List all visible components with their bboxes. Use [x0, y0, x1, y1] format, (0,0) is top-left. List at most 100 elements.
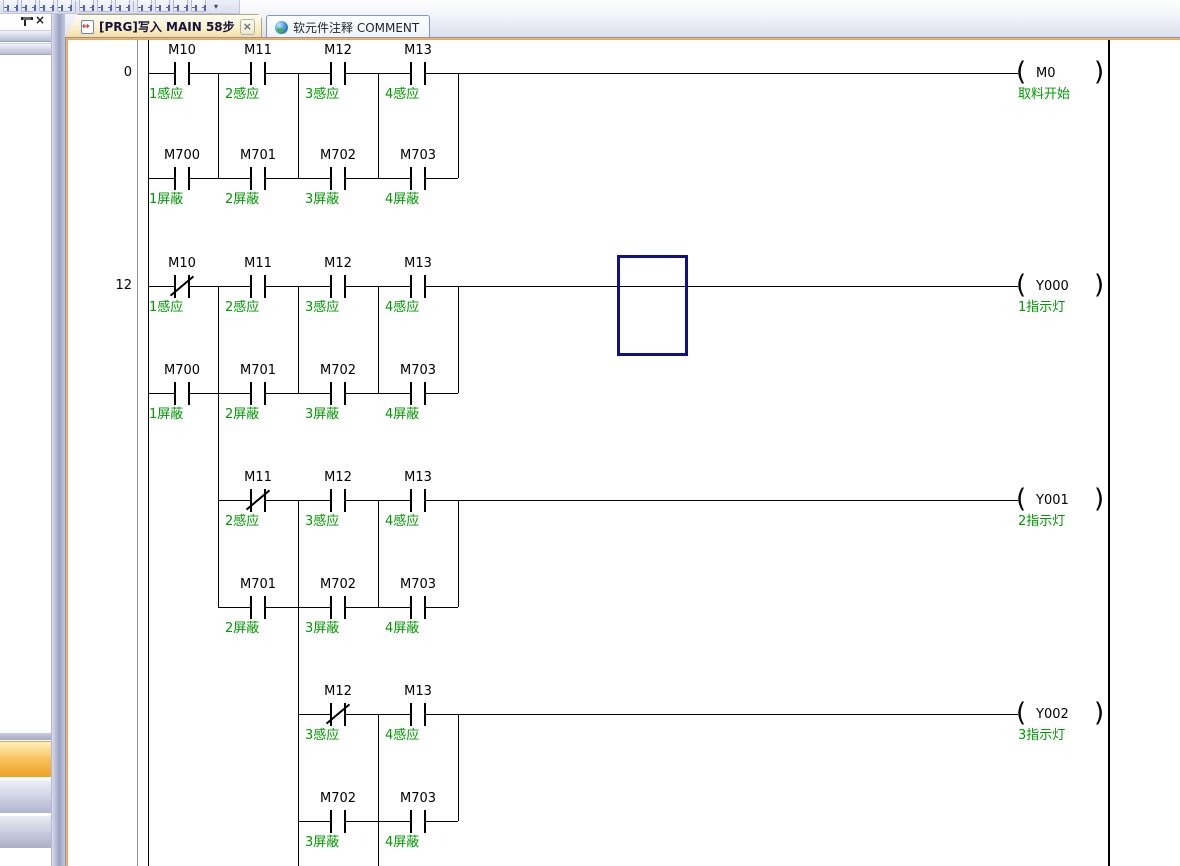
contact-bar [250, 382, 252, 405]
contact-gap [331, 821, 345, 822]
contact-no[interactable]: M703 4屏蔽 [378, 579, 458, 637]
contact-bar [424, 382, 426, 405]
horizontal-line-icon[interactable] [97, 0, 112, 12]
contact-no[interactable]: M702 3屏蔽 [298, 793, 378, 851]
device-comment: 2感应 [225, 510, 259, 526]
contact-no[interactable]: M703 4屏蔽 [378, 150, 458, 208]
contact-gap [331, 393, 345, 394]
contact-gap [411, 286, 425, 287]
contact-bar [330, 703, 332, 726]
tab-device-comment[interactable]: 软元件注释 COMMENT [266, 15, 430, 39]
contact-no[interactable]: M701 2屏蔽 [218, 579, 298, 637]
delete-row-icon[interactable] [191, 0, 206, 12]
contact-no[interactable]: M703 4屏蔽 [378, 793, 458, 851]
contact-gap [251, 286, 265, 287]
contact-no[interactable]: M701 2屏蔽 [218, 150, 298, 208]
contact-no[interactable]: M13 4感应 [378, 472, 458, 530]
contact-no[interactable]: M701 2屏蔽 [218, 365, 298, 423]
device-comment: 2屏蔽 [225, 617, 259, 633]
program-write-icon [81, 20, 94, 34]
contact-icon[interactable] [3, 0, 18, 12]
contact-no[interactable]: M13 4感应 [378, 258, 458, 316]
contact-no[interactable]: M12 3感应 [298, 45, 378, 103]
contact-bar [264, 62, 266, 85]
contact-bar [188, 62, 190, 85]
dock-panel-header: × [0, 14, 51, 29]
contact-bar [424, 275, 426, 298]
coil-close-glyph: ) [1094, 484, 1104, 515]
contact-gap [411, 607, 425, 608]
contact-no[interactable]: M703 4屏蔽 [378, 365, 458, 423]
tab-label: [PRG]写入 MAIN 58步 [99, 18, 235, 35]
contact-bar [344, 62, 346, 85]
contact-bar [410, 275, 412, 298]
contact-gap [175, 286, 189, 287]
contact-no[interactable]: M11 2感应 [218, 258, 298, 316]
device-label: M13 [370, 470, 466, 486]
toolbar-overflow-icon[interactable]: ▾ [209, 0, 223, 13]
contact-no[interactable]: M12 3感应 [298, 258, 378, 316]
ladder-toolbar: ▾ [0, 0, 240, 14]
contact-bar [410, 167, 412, 190]
contact-nc[interactable]: M12 3感应 [298, 686, 378, 744]
contact-gap [331, 73, 345, 74]
contact-gap [175, 178, 189, 179]
contact-gap [251, 393, 265, 394]
contact-bar [424, 167, 426, 190]
dock-bottom-button-active[interactable] [0, 741, 51, 777]
output-coil[interactable]: ( M0 ) 取料开始 [1012, 45, 1116, 103]
toolbar-separator [75, 1, 76, 12]
output-coil[interactable]: ( Y002 ) 3指示灯 [1012, 686, 1116, 744]
delete-vertical-line-icon[interactable] [155, 0, 170, 12]
contact-no[interactable]: M12 3感应 [298, 472, 378, 530]
contact-bar [330, 62, 332, 85]
contact-no[interactable]: M702 3屏蔽 [298, 365, 378, 423]
vertical-line-icon[interactable] [79, 0, 94, 12]
device-label: M703 [370, 148, 466, 164]
contact-bar [264, 489, 266, 512]
delete-line-icon[interactable] [137, 0, 152, 12]
contact-nc[interactable]: M11 2感应 [218, 472, 298, 530]
dock-bottom-button[interactable] [0, 779, 51, 813]
step-number: 0 [82, 65, 132, 81]
contact-bar [344, 489, 346, 512]
device-comment: 3感应 [305, 724, 339, 740]
ladder-editor-canvas[interactable]: 0 12 M10 1感应 M11 2感应 M12 3感应 M13 4感应 M70… [68, 40, 1180, 866]
contact-no[interactable]: M13 4感应 [378, 45, 458, 103]
coil-device-label: Y000 [1036, 279, 1069, 294]
pulse-contact-icon[interactable] [115, 0, 130, 12]
output-coil[interactable]: ( Y000 ) 1指示灯 [1012, 258, 1116, 316]
contact-no[interactable]: M11 2感应 [218, 45, 298, 103]
pin-icon[interactable] [20, 16, 30, 28]
device-label: M703 [370, 363, 466, 379]
contact-bar [264, 167, 266, 190]
coil-close-glyph: ) [1094, 57, 1104, 88]
device-comment: 2屏蔽 [225, 188, 259, 204]
contact-no[interactable]: M13 4感应 [378, 686, 458, 744]
contact-nc-icon[interactable] [21, 0, 36, 12]
insert-row-icon[interactable] [173, 0, 188, 12]
device-comment: 2感应 [225, 83, 259, 99]
dock-bottom-button[interactable] [0, 815, 51, 848]
junction-wire [218, 286, 219, 607]
device-comment: 3屏蔽 [305, 403, 339, 419]
selection-cursor[interactable] [617, 255, 688, 356]
coil-comment: 取料开始 [1018, 83, 1070, 99]
tab-close-icon[interactable]: × [240, 19, 255, 35]
contact-bar [250, 489, 252, 512]
contact-no[interactable]: M702 3屏蔽 [298, 150, 378, 208]
dock-splitter[interactable] [52, 14, 65, 866]
contact-no[interactable]: M702 3屏蔽 [298, 579, 378, 637]
application-instruction-icon[interactable] [57, 0, 72, 12]
tab-program-main[interactable]: [PRG]写入 MAIN 58步 × [64, 14, 262, 39]
close-icon[interactable]: × [34, 13, 46, 27]
device-label: M703 [370, 577, 466, 593]
contact-bar [174, 275, 176, 298]
device-comment: 4屏蔽 [385, 403, 419, 419]
coil-icon[interactable] [39, 0, 54, 12]
contact-gap [251, 73, 265, 74]
device-comment: 3感应 [305, 510, 339, 526]
output-coil[interactable]: ( Y001 ) 2指示灯 [1012, 472, 1116, 530]
contact-gap [331, 286, 345, 287]
coil-device-label: Y002 [1036, 707, 1069, 722]
